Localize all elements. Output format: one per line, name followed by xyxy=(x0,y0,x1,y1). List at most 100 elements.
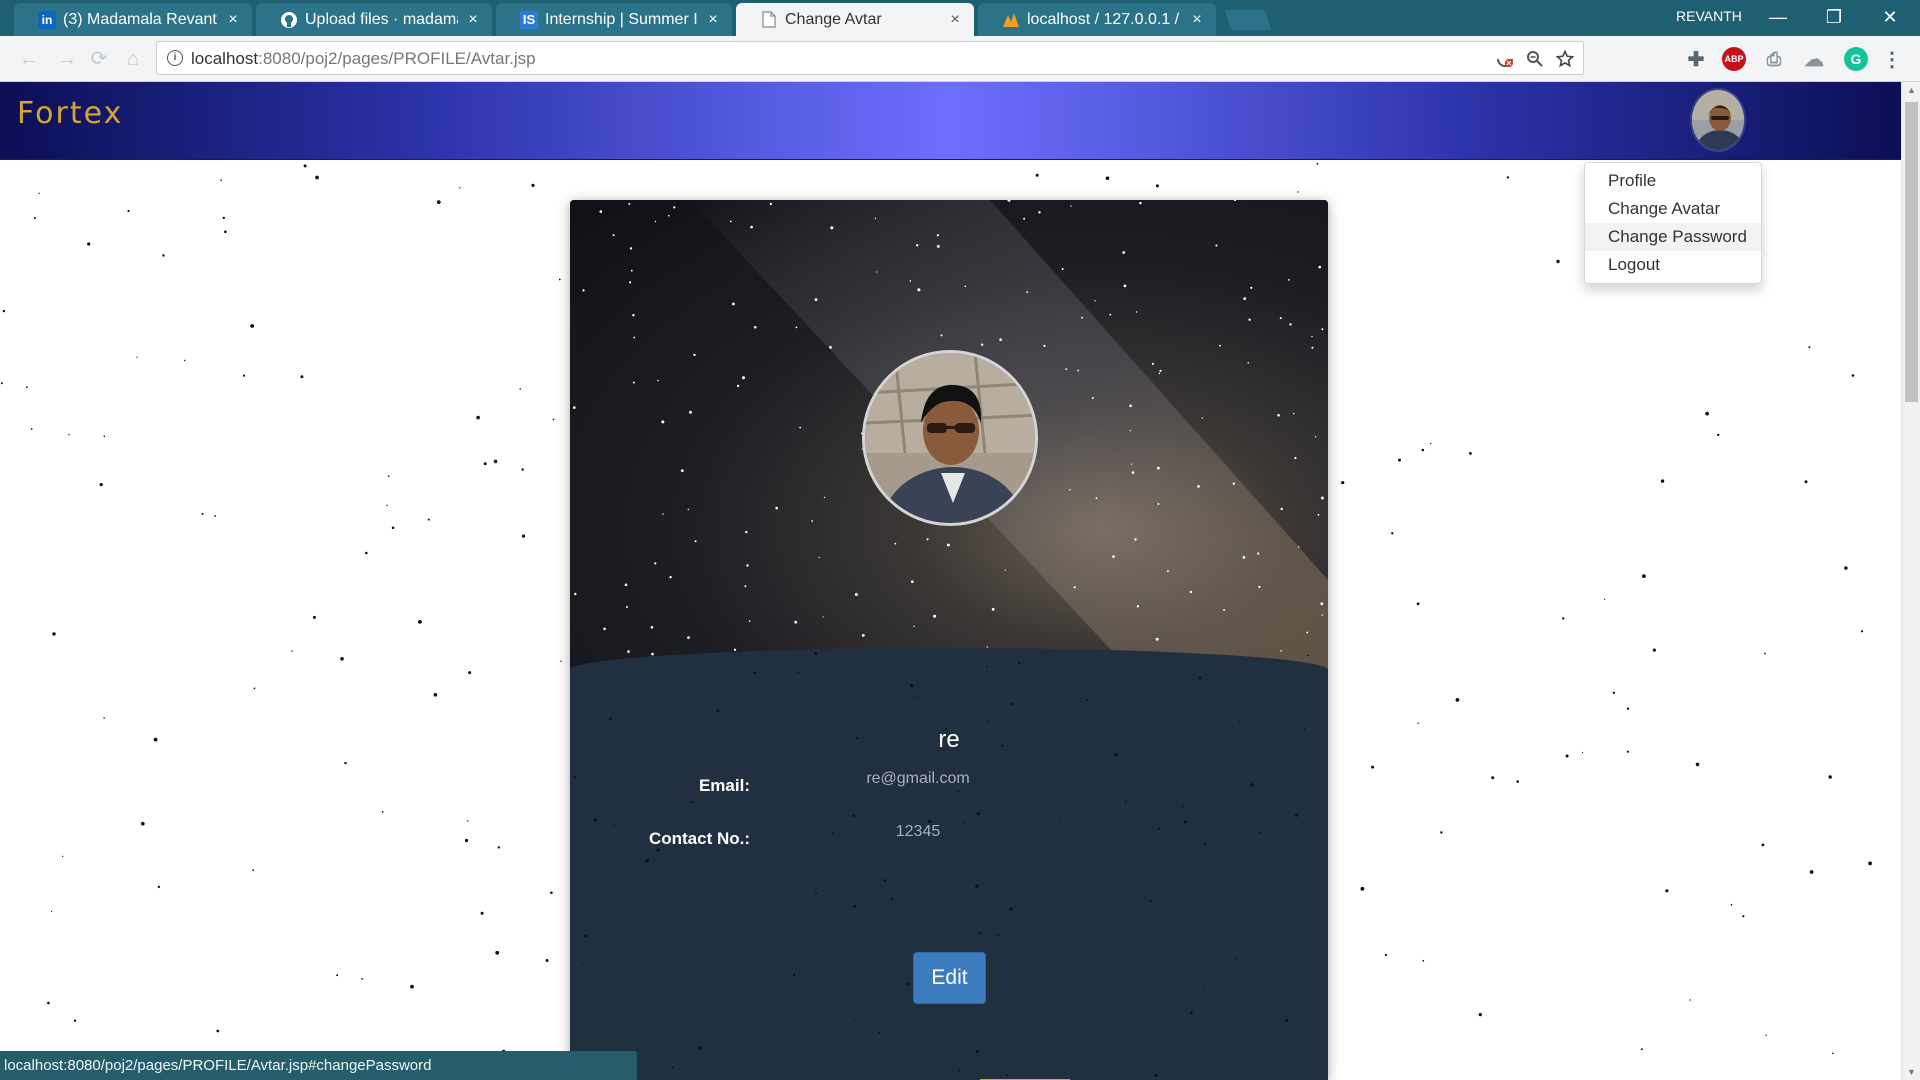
pdf-extension-icon[interactable]: ⎙ xyxy=(1762,47,1786,71)
grammarly-icon[interactable]: G xyxy=(1844,47,1868,71)
profile-avatar xyxy=(862,350,1038,526)
star-dot xyxy=(854,593,858,596)
star-dot xyxy=(476,415,480,420)
browser-tab-internshala[interactable]: IS Internship | Summer Inte × xyxy=(496,3,732,36)
menu-item-logout[interactable]: Logout xyxy=(1585,251,1761,279)
close-window-button[interactable]: ✕ xyxy=(1870,4,1910,30)
tab-close-icon[interactable]: × xyxy=(946,11,964,29)
star-dot xyxy=(1123,284,1127,288)
reload-button[interactable]: ⟳ xyxy=(88,48,110,70)
browser-tab-change-avtar[interactable]: Change Avtar × xyxy=(736,3,974,36)
star-dot xyxy=(687,636,690,639)
restore-button[interactable]: ❐ xyxy=(1814,4,1854,30)
star-dot xyxy=(654,562,657,565)
tab-close-icon[interactable]: × xyxy=(704,11,722,29)
back-button[interactable]: ← xyxy=(18,48,40,70)
navbar-avatar[interactable] xyxy=(1690,88,1746,152)
star-dot xyxy=(1307,654,1309,657)
star-dot xyxy=(947,543,950,547)
star-dot xyxy=(1035,173,1039,177)
browser-profile-name[interactable]: REVANTH xyxy=(1676,8,1742,24)
adblock-plus-icon[interactable]: ABP xyxy=(1722,47,1746,71)
star-dot xyxy=(1201,417,1203,419)
star-dot xyxy=(1105,176,1110,180)
star-dot xyxy=(799,426,801,429)
star-dot xyxy=(386,504,388,506)
star-dot xyxy=(861,634,865,637)
tab-close-icon[interactable]: × xyxy=(1188,11,1206,29)
star-dot xyxy=(1478,1013,1482,1017)
star-dot xyxy=(1469,452,1472,455)
star-dot xyxy=(876,271,878,273)
star-dot xyxy=(1440,831,1443,834)
address-url[interactable]: localhost:8080/poj2/pages/PROFILE/Avtar.… xyxy=(191,49,536,69)
star-dot xyxy=(1257,552,1260,555)
email-label: Email: xyxy=(698,776,750,795)
scroll-thumb[interactable] xyxy=(1905,102,1918,402)
browser-tab-phpmyadmin[interactable]: localhost / 127.0.0.1 / db × xyxy=(978,3,1216,36)
star-dot xyxy=(483,462,487,466)
bookmark-star-icon[interactable] xyxy=(1555,49,1575,69)
minimize-button[interactable]: — xyxy=(1758,4,1798,30)
star-dot xyxy=(497,846,500,849)
star-dot xyxy=(222,216,225,220)
cookie-blocked-icon[interactable] xyxy=(1495,49,1515,69)
star-dot xyxy=(913,625,915,627)
star-dot xyxy=(629,281,632,284)
star-dot xyxy=(1626,707,1630,710)
github-icon xyxy=(280,11,298,29)
star-dot xyxy=(1232,482,1235,485)
brand-logo[interactable]: Fortex xyxy=(17,96,123,131)
tab-close-icon[interactable]: × xyxy=(464,11,482,29)
star-dot xyxy=(689,410,692,414)
tab-title: Upload files · madamalar xyxy=(305,10,458,28)
star-dot xyxy=(1640,1048,1643,1051)
tab-close-icon[interactable]: × xyxy=(224,11,242,29)
star-dot xyxy=(1371,765,1375,769)
menu-item-change-avatar[interactable]: Change Avatar xyxy=(1585,195,1761,223)
scroll-up-icon[interactable]: ▲ xyxy=(1902,82,1920,98)
edit-button[interactable]: Edit xyxy=(913,952,986,1004)
page-scrollbar[interactable]: ▲ ▼ xyxy=(1901,82,1920,1080)
star-dot xyxy=(381,811,384,813)
phpmyadmin-icon xyxy=(1002,11,1020,29)
forward-button[interactable]: → xyxy=(56,48,78,70)
star-dot xyxy=(220,179,222,182)
menu-item-profile[interactable]: Profile xyxy=(1585,167,1761,195)
star-dot xyxy=(1069,488,1071,491)
zoom-icon[interactable] xyxy=(1525,49,1545,69)
browser-tab-linkedin[interactable]: in (3) Madamala Revanth | L × xyxy=(14,3,252,36)
star-dot xyxy=(1279,317,1282,320)
star-dot xyxy=(1851,374,1855,377)
star-dot xyxy=(657,379,659,382)
url-path: :8080/poj2/pages/PROFILE/Avtar.jsp xyxy=(258,49,536,68)
star-dot xyxy=(608,717,612,721)
address-bar[interactable]: i localhost:8080/poj2/pages/PROFILE/Avta… xyxy=(156,41,1584,75)
star-dot xyxy=(1626,750,1629,753)
cloud-extension-icon[interactable]: ☁ xyxy=(1802,47,1826,71)
menu-item-change-password[interactable]: Change Password xyxy=(1585,223,1761,251)
browser-tab-github[interactable]: Upload files · madamalar × xyxy=(256,3,492,36)
chrome-menu-icon[interactable]: ⋮ xyxy=(1880,47,1904,71)
star-dot xyxy=(1565,754,1569,758)
star-dot xyxy=(1006,1074,1009,1077)
star-dot xyxy=(1604,598,1606,601)
star-dot xyxy=(1660,479,1665,483)
star-dot xyxy=(391,526,395,530)
star-dot xyxy=(1765,1034,1767,1036)
star-dot xyxy=(1203,986,1205,988)
star-dot xyxy=(1155,637,1159,641)
scroll-down-icon[interactable]: ▼ xyxy=(1902,1064,1920,1080)
home-button[interactable]: ⌂ xyxy=(122,48,144,70)
star-dot xyxy=(1220,829,1223,831)
site-info-icon[interactable]: i xyxy=(167,50,183,66)
new-tab-button[interactable] xyxy=(1224,10,1272,30)
browser-tabstrip: in (3) Madamala Revanth | L × Upload fil… xyxy=(0,0,1920,36)
star-dot xyxy=(427,518,430,521)
star-dot xyxy=(729,220,732,223)
star-dot xyxy=(1642,574,1646,578)
star-dot xyxy=(1828,775,1832,779)
star-dot xyxy=(769,202,773,206)
star-dot xyxy=(815,892,818,895)
puzzle-extension-icon[interactable]: ✚ xyxy=(1684,47,1708,71)
